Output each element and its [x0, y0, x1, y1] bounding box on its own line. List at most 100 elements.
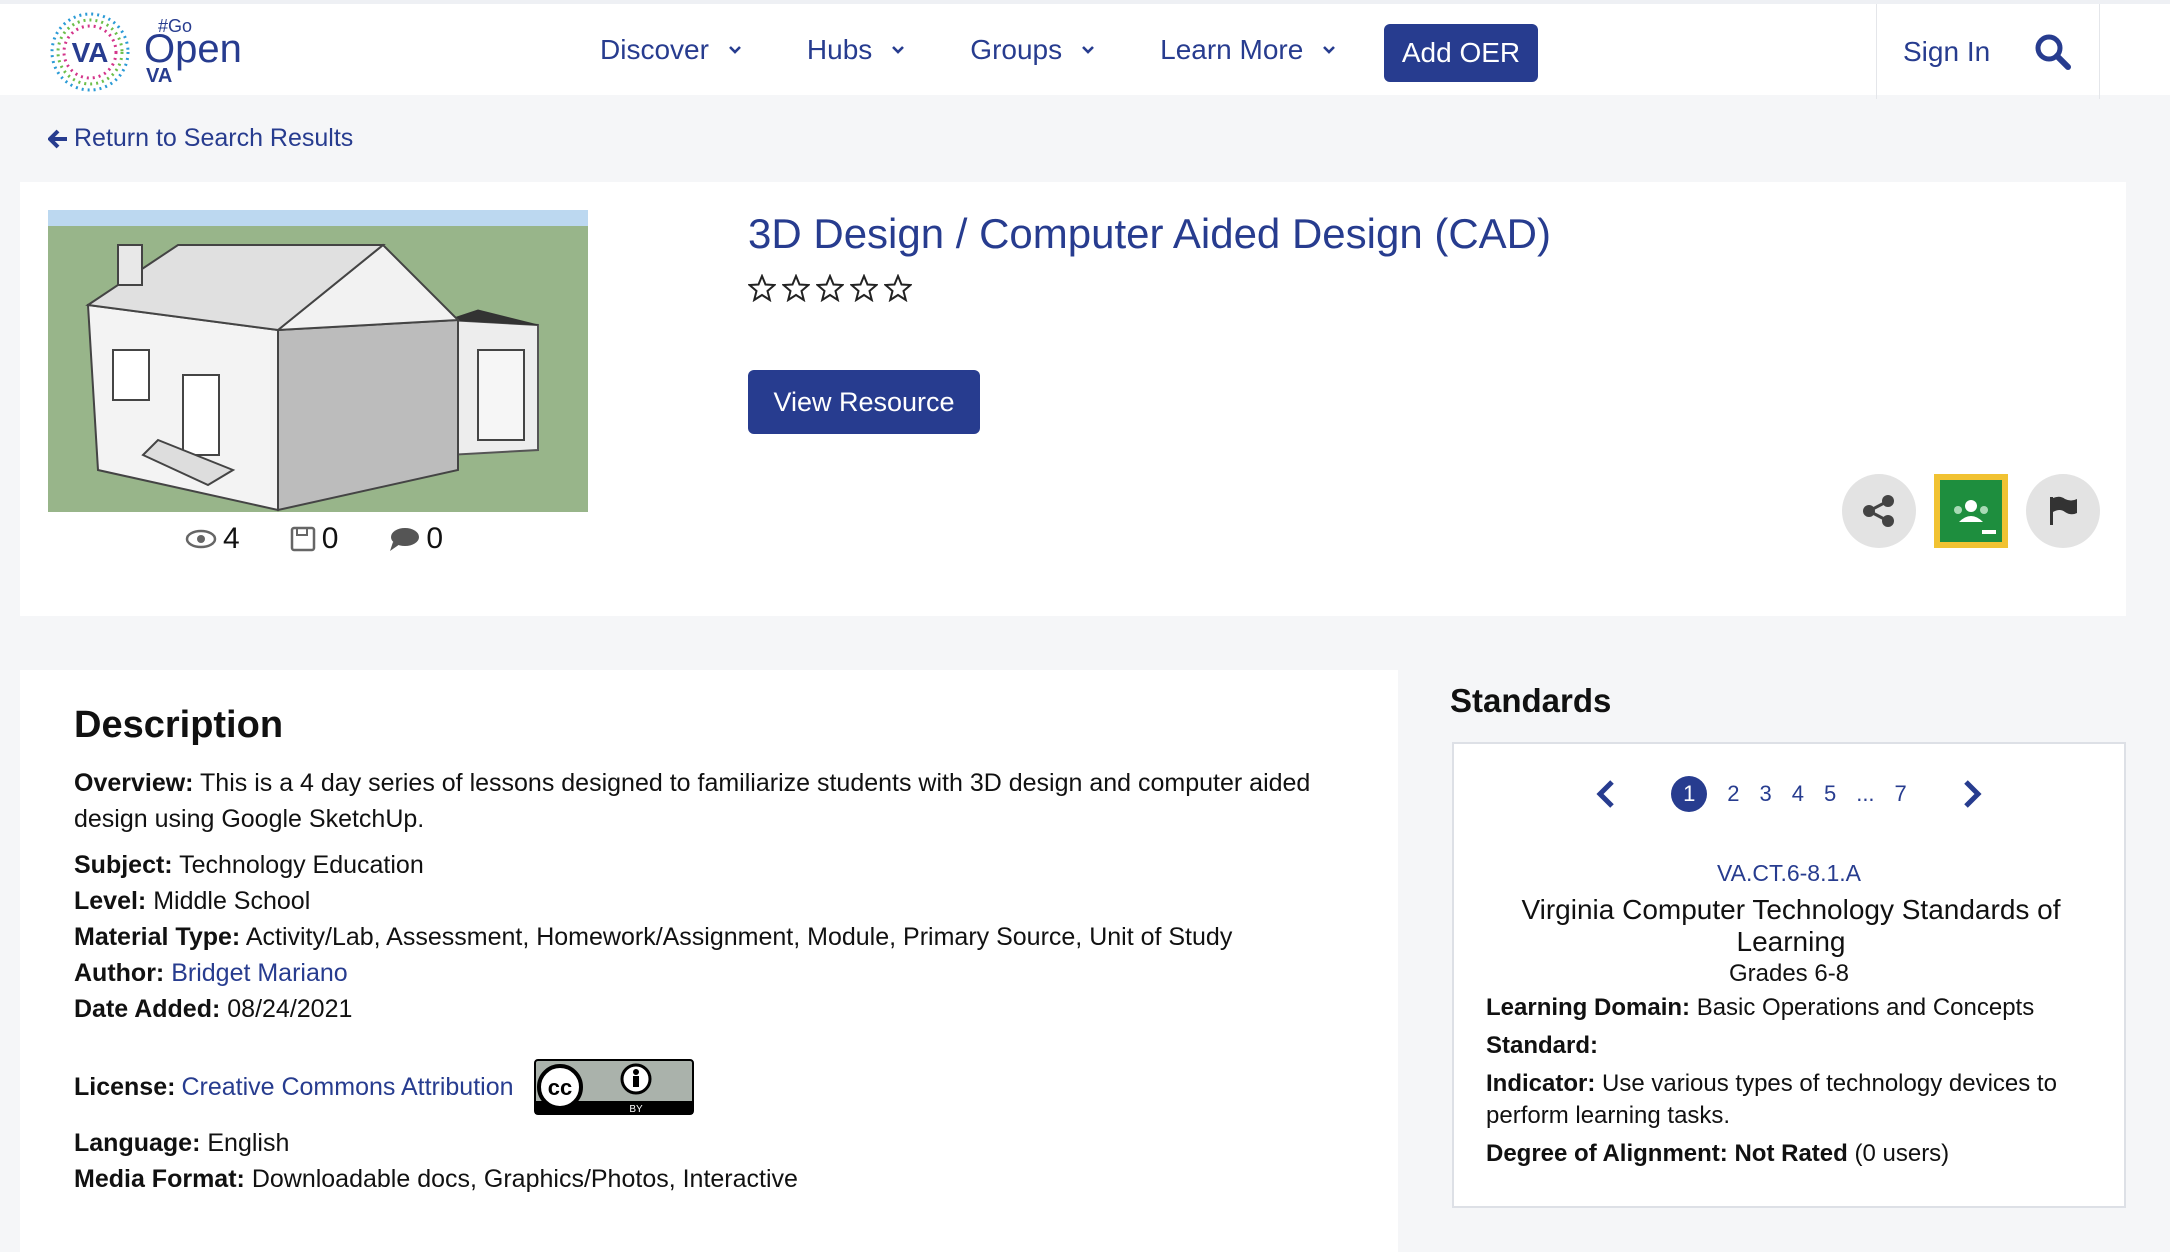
- resource-card: 4 0 0 3D Design / Computer Aided Design …: [20, 182, 2126, 616]
- material-type-value: Activity/Lab, Assessment, Homework/Assig…: [245, 923, 1233, 951]
- indicator-label: Indicator:: [1486, 1070, 1596, 1097]
- license-link[interactable]: Creative Commons Attribution: [181, 1073, 513, 1102]
- material-type-row: Material Type: Activity/Lab, Assessment,…: [74, 919, 1344, 955]
- logo-va: VA: [72, 37, 109, 68]
- level-row: Level: Middle School: [74, 883, 1344, 919]
- search-icon[interactable]: [2033, 32, 2073, 72]
- standard-details: Learning Domain: Basic Operations and Co…: [1486, 992, 2106, 1176]
- standards-panel: 1 2 3 4 5... 7 VA.CT.6-8.1.A Virginia Compute…: [1452, 742, 2126, 1208]
- date-added-label: Date Added:: [74, 995, 221, 1023]
- learning-domain-label: Learning Domain:: [1486, 994, 1691, 1021]
- cc-by-badge[interactable]: cc BY: [533, 1059, 694, 1115]
- description-heading: Description: [74, 704, 284, 746]
- subject-label: Subject:: [74, 851, 173, 879]
- resource-title: 3D Design / Computer Aided Design (CAD): [748, 210, 1552, 257]
- page-number[interactable]: 2: [1727, 781, 1739, 807]
- date-added-row: Date Added: 08/24/2021: [74, 991, 1344, 1027]
- google-classroom-icon: [1940, 480, 2002, 542]
- page-number[interactable]: 5: [1824, 781, 1836, 807]
- star-icon[interactable]: [850, 274, 878, 302]
- date-added-value: 08/24/2021: [227, 995, 353, 1023]
- standard-row: Standard:: [1486, 1030, 2106, 1062]
- eye-icon: [185, 529, 217, 549]
- chevron-down-icon: [1082, 46, 1095, 54]
- standards-heading: Standards: [1450, 682, 1612, 719]
- media-format-row: Media Format: Downloadable docs, Graphic…: [74, 1161, 1344, 1197]
- nav-learn-more-label: Learn More: [1160, 34, 1304, 65]
- return-to-results-link[interactable]: Return to Search Results: [48, 124, 353, 153]
- chevron-left-icon[interactable]: [1595, 779, 1617, 809]
- alignment-row: Degree of Alignment: Not Rated (0 users): [1486, 1138, 2106, 1170]
- standard-name: Virginia Computer Technology Standards o…: [1521, 894, 2061, 957]
- star-icon[interactable]: [884, 274, 912, 302]
- author-link[interactable]: Bridget Mariano: [171, 959, 347, 987]
- views-stat: 4: [185, 522, 240, 556]
- save-icon: [290, 526, 315, 552]
- media-format-label: Media Format:: [74, 1165, 245, 1193]
- flag-icon: [2050, 496, 2077, 525]
- saves-stat: 0: [290, 522, 339, 556]
- standard-code[interactable]: VA.CT.6-8.1.A: [1454, 860, 2124, 887]
- page-number[interactable]: 4: [1792, 781, 1804, 807]
- author-row: Author: Bridget Mariano: [74, 955, 1344, 991]
- return-to-results-label: Return to Search Results: [74, 124, 354, 152]
- share-button[interactable]: [1842, 474, 1916, 548]
- comments-stat: 0: [388, 522, 443, 556]
- nav-hubs-label: Hubs: [806, 34, 873, 65]
- star-icon[interactable]: [782, 274, 810, 302]
- standards-pager: 1 2 3 4 5... 7: [1454, 776, 2124, 812]
- level-label: Level:: [74, 887, 147, 915]
- goopenva-logo[interactable]: VA #Go Open VA: [46, 6, 256, 98]
- indicator-row: Indicator: Use various types of technolo…: [1486, 1068, 2106, 1132]
- arrow-left-icon: [48, 129, 67, 148]
- nav-discover[interactable]: Discover: [600, 34, 743, 66]
- report-flag-button[interactable]: [2026, 474, 2100, 548]
- description-panel: Description Overview: This is a 4 day se…: [20, 670, 1398, 1252]
- subject-value: Technology Education: [179, 851, 424, 879]
- alignment-value[interactable]: Not Rated: [1734, 1140, 1847, 1167]
- chevron-down-icon: [729, 46, 741, 54]
- nav-hubs[interactable]: Hubs: [807, 34, 906, 66]
- media-format-value: Downloadable docs, Graphics/Photos, Inte…: [251, 1165, 798, 1193]
- nav-discover-label: Discover: [600, 34, 709, 65]
- star-rating[interactable]: [748, 274, 918, 302]
- level-value: Middle School: [153, 887, 311, 915]
- nav-groups[interactable]: Groups: [970, 34, 1096, 66]
- subject-row: Subject: Technology Education: [74, 847, 1344, 883]
- page-number[interactable]: 1: [1671, 776, 1708, 812]
- sign-in-link[interactable]: Sign In: [1903, 36, 1990, 68]
- views-count: 4: [223, 522, 240, 555]
- material-type-label: Material Type:: [74, 923, 241, 951]
- page-number[interactable]: 3: [1759, 781, 1771, 807]
- resource-thumbnail[interactable]: [48, 210, 588, 512]
- top-navbar: VA #Go Open VA Discover Hubs Groups Lear…: [0, 0, 2170, 99]
- comments-count: 0: [426, 522, 444, 555]
- alignment-label: Degree of Alignment:: [1486, 1140, 1728, 1167]
- license-label: License:: [74, 1072, 176, 1101]
- comment-icon: [390, 528, 420, 551]
- overview-text: This is a 4 day series of lessons design…: [74, 769, 1311, 833]
- by-badge-text: BY: [629, 1104, 643, 1115]
- page-number[interactable]: 7: [1895, 781, 1907, 807]
- cc-badge-text: cc: [547, 1075, 571, 1100]
- star-icon[interactable]: [816, 274, 844, 302]
- add-oer-button[interactable]: Add OER: [1384, 24, 1538, 82]
- saves-count: 0: [321, 522, 339, 555]
- google-classroom-share-button[interactable]: [1934, 474, 2008, 548]
- license-row: License: Creative Commons Attribution cc…: [74, 1059, 1344, 1115]
- chevron-right-icon[interactable]: [1961, 779, 1983, 809]
- nav-groups-label: Groups: [970, 34, 1063, 65]
- logo-va-small: VA: [146, 65, 172, 87]
- resource-stats: 4 0 0: [185, 522, 493, 556]
- share-icon: [1863, 495, 1894, 527]
- learning-domain-value: Basic Operations and Concepts: [1696, 994, 2035, 1021]
- learning-domain-row: Learning Domain: Basic Operations and Co…: [1486, 992, 2106, 1024]
- star-icon[interactable]: [748, 274, 776, 302]
- view-resource-button[interactable]: View Resource: [748, 370, 980, 434]
- nav-learn-more[interactable]: Learn More: [1160, 34, 1337, 66]
- chevron-down-icon: [892, 46, 905, 54]
- overview-row: Overview: This is a 4 day series of less…: [74, 765, 1344, 837]
- language-row: Language: English: [74, 1125, 1344, 1161]
- author-label: Author:: [74, 959, 165, 987]
- main-nav: Discover Hubs Groups Learn More: [600, 34, 1401, 66]
